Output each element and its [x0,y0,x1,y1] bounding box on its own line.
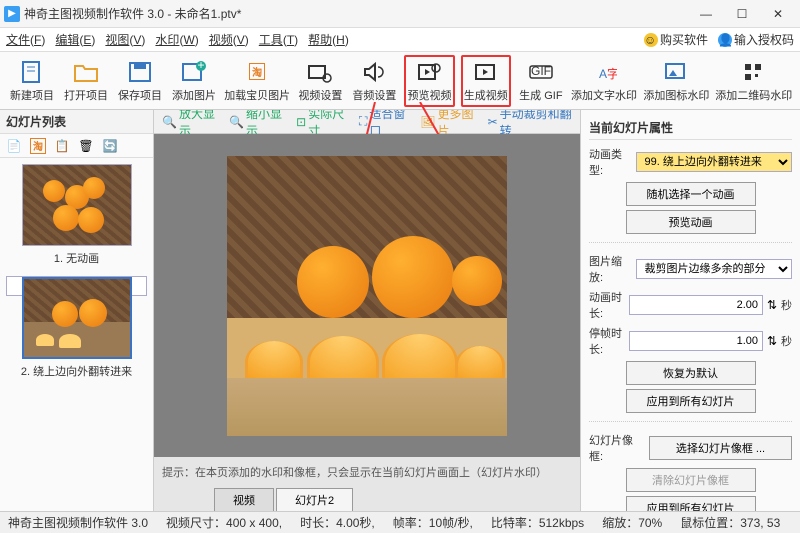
qr-icon [740,59,768,85]
pause-duration-input[interactable] [629,331,763,351]
new-project-button[interactable]: 新建项目 [8,55,56,107]
minimize-button[interactable]: — [688,0,724,28]
open-project-button[interactable]: 打开项目 [62,55,110,107]
svg-text:GIF: GIF [531,64,551,78]
slide-thumb-1[interactable]: 1. 无动画 [6,164,147,266]
audio-icon [360,59,388,85]
menu-watermark[interactable]: 水印(W) [155,31,198,48]
clear-frame-button[interactable]: 清除幻灯片像框 [626,468,756,492]
add-slide-icon[interactable]: 📄 [6,138,22,154]
apply-all-button[interactable]: 应用到所有幻灯片 [626,389,756,413]
select-frame-button[interactable]: 选择幻灯片像框 ... [649,436,792,460]
menu-view[interactable]: 视图(V) [105,31,145,48]
gif-icon: GIF [527,59,555,85]
taobao-icon: 淘 [243,59,271,85]
window-title: 神奇主图视频制作软件 3.0 - 未命名1.ptv* [24,5,688,22]
buy-link[interactable]: ☺购买软件 [644,31,708,48]
menu-file[interactable]: 文件(F) [6,31,45,48]
qr-watermark-button[interactable]: 添加二维码水印 [716,55,792,107]
folder-icon [72,59,100,85]
tab-slide[interactable]: 幻灯片2 [276,488,353,511]
svg-text:字: 字 [607,66,617,81]
add-image-icon: + [180,59,208,85]
copy-icon[interactable]: 📋 [54,138,70,154]
status-bar: 神奇主图视频制作软件 3.0 视频尺寸：400 x 400, 时长：4.00秒,… [0,511,800,533]
refresh-icon[interactable]: 🔄 [102,138,118,154]
preview-video-button[interactable]: 预览视频 [404,55,454,107]
save-icon [126,59,154,85]
audio-settings-button[interactable]: 音频设置 [350,55,398,107]
delete-icon[interactable]: 🗑 [78,138,94,154]
app-icon: ▶ [4,6,20,22]
text-watermark-button[interactable]: A字添加文字水印 [571,55,637,107]
generate-gif-button[interactable]: GIF生成 GIF [517,55,565,107]
video-settings-icon [306,59,334,85]
slide-thumb-2[interactable]: 2. 绕上边向外翻转进来 [6,276,147,296]
properties-title: 当前幻灯片属性 [589,116,792,140]
generate-icon [472,59,500,85]
auth-link[interactable]: 👤输入授权码 [718,31,794,48]
load-taobao-button[interactable]: 淘加载宝贝图片 [224,55,290,107]
menu-edit[interactable]: 编辑(E) [55,31,95,48]
apply-all-frame-button[interactable]: 应用到所有幻灯片 [626,496,756,511]
anim-duration-input[interactable] [629,295,763,315]
maximize-button[interactable]: ☐ [724,0,760,28]
menu-help[interactable]: 帮助(H) [308,31,349,48]
scale-select[interactable]: 裁剪图片边缘多余的部分 [636,259,793,279]
text-icon: A字 [590,59,618,85]
save-project-button[interactable]: 保存项目 [116,55,164,107]
preview-anim-button[interactable]: 预览动画 [626,210,756,234]
menu-video[interactable]: 视频(V) [209,31,249,48]
preview-canvas[interactable] [154,134,580,457]
hint-text: 提示：在本页添加的水印和像框，只会显示在当前幻灯片画面上（幻灯片水印） [154,457,580,487]
add-image-button[interactable]: +添加图片 [170,55,218,107]
tab-video[interactable]: 视频 [214,488,274,511]
new-icon [18,59,46,85]
menu-tools[interactable]: 工具(T) [259,31,298,48]
random-anim-button[interactable]: 随机选择一个动画 [626,182,756,206]
svg-text:+: + [197,60,204,72]
icon-watermark-button[interactable]: 添加图标水印 [643,55,709,107]
close-button[interactable]: ✕ [760,0,796,28]
video-settings-button[interactable]: 视频设置 [296,55,344,107]
taobao-small-icon[interactable]: 淘 [30,138,46,154]
slide-list-title: 幻灯片列表 [6,113,147,130]
preview-icon [415,59,443,85]
anim-type-select[interactable]: 99. 绕上边向外翻转进来 [636,152,793,172]
generate-video-button[interactable]: 生成视频 [461,55,511,107]
icon-wm-icon [662,59,690,85]
reset-default-button[interactable]: 恢复为默认 [626,361,756,385]
svg-text:A: A [599,67,607,81]
